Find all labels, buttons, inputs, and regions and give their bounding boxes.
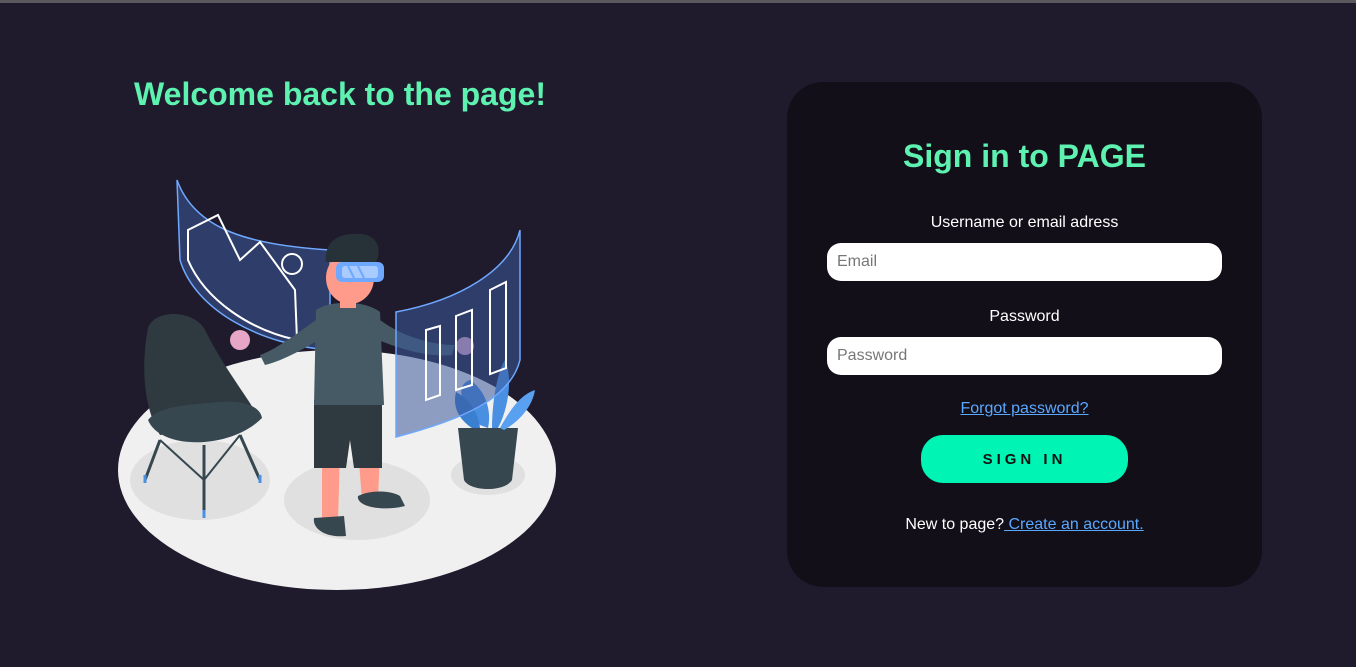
- sign-in-button[interactable]: SIGN IN: [921, 435, 1128, 483]
- signin-card: Sign in to PAGE Username or email adress…: [787, 82, 1262, 587]
- forgot-password-row: Forgot password?: [787, 400, 1262, 418]
- create-account-row: New to page? Create an account.: [787, 516, 1262, 534]
- window-top-border: [0, 0, 1356, 3]
- email-field[interactable]: [827, 243, 1222, 281]
- welcome-panel: Welcome back to the page!: [100, 70, 580, 610]
- forgot-password-link[interactable]: Forgot password?: [960, 400, 1088, 417]
- create-account-link[interactable]: Create an account.: [1004, 516, 1143, 533]
- password-field[interactable]: [827, 337, 1222, 375]
- person-shadow: [284, 460, 430, 540]
- password-label: Password: [989, 308, 1060, 325]
- username-label: Username or email adress: [930, 214, 1119, 231]
- new-user-text: New to page?: [905, 516, 1005, 533]
- signin-title: Sign in to PAGE: [903, 138, 1146, 174]
- welcome-heading: Welcome back to the page!: [134, 76, 546, 112]
- vr-person-illustration: [118, 179, 556, 590]
